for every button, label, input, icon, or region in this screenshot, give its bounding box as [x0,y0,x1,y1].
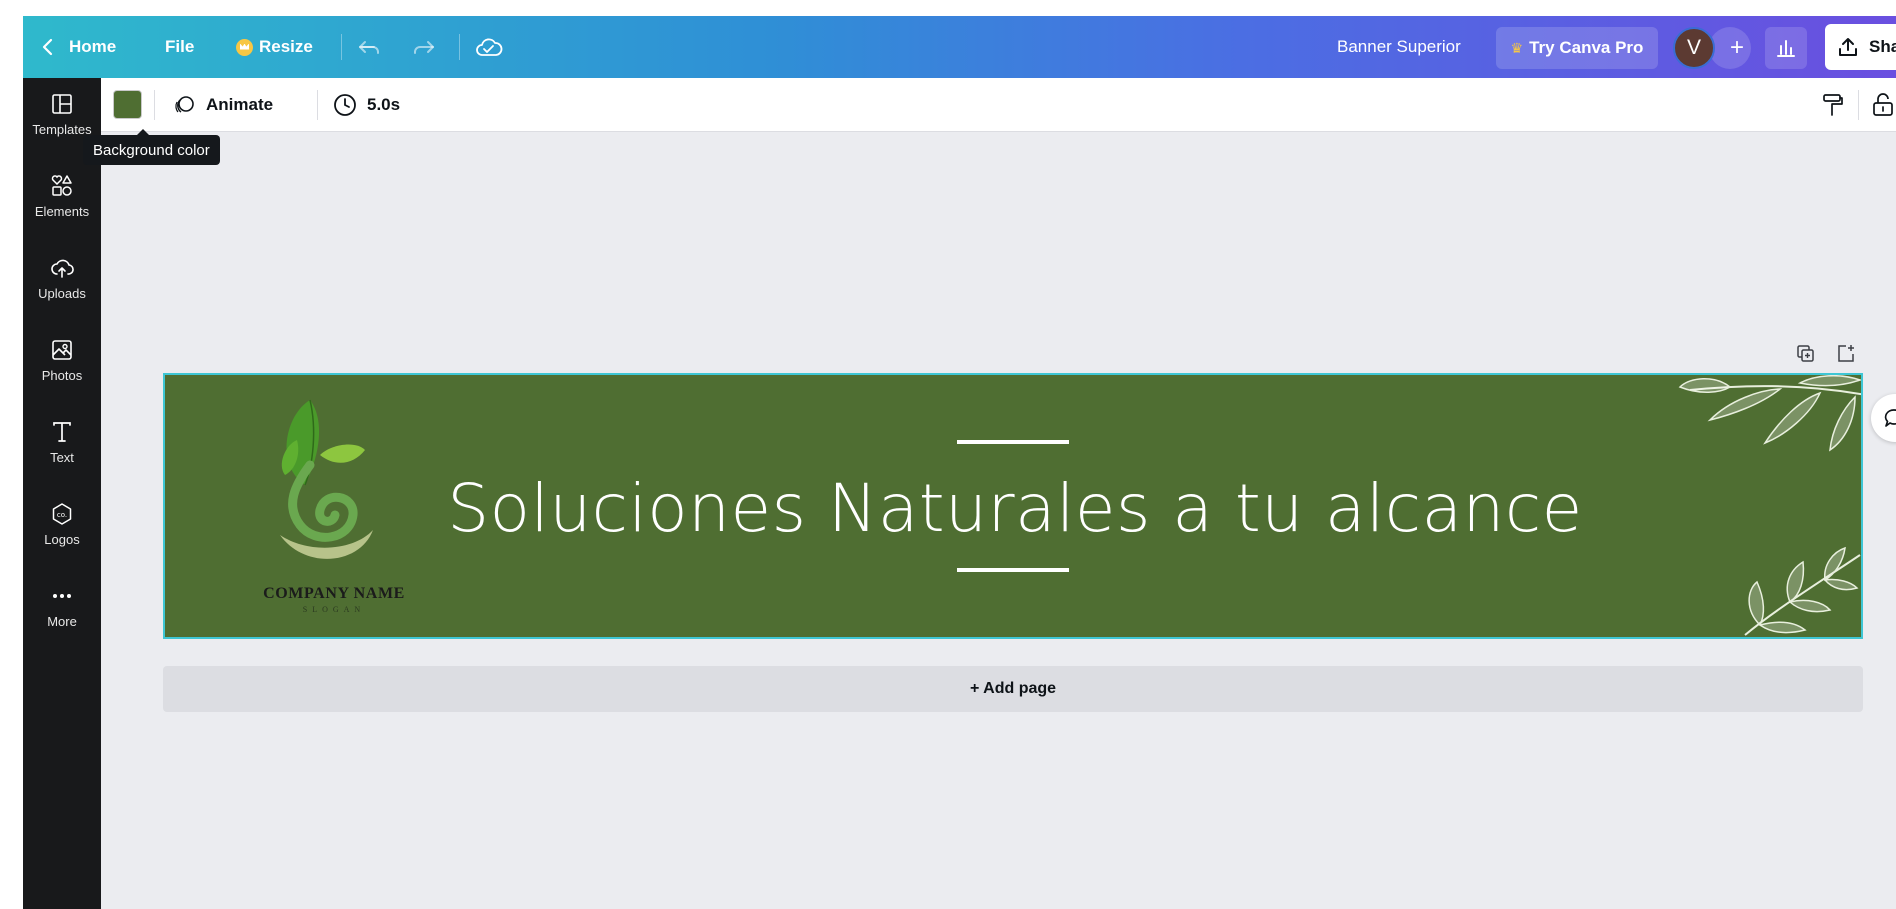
try-canva-pro-button[interactable]: ♛ Try Canva Pro [1496,27,1658,69]
duplicate-page-button[interactable] [1793,341,1819,367]
text-icon [53,422,71,442]
svg-text:co.: co. [57,511,67,519]
sidebar-item-label: Templates [32,122,92,137]
add-page-icon [1838,345,1854,362]
redo-icon [414,41,434,54]
logo-slogan: SLOGAN [302,605,366,614]
divider [154,90,155,120]
sidebar-item-label: Photos [41,368,83,383]
add-collaborator-button[interactable]: + [1709,27,1751,69]
save-status-button[interactable] [475,16,503,78]
redo-button[interactable] [410,16,436,78]
undo-button[interactable] [357,16,383,78]
file-menu-button[interactable]: File [165,16,194,78]
home-label: Home [69,37,117,56]
share-button[interactable]: Share [1825,24,1896,70]
duplicate-icon [1797,345,1814,362]
more-icon [53,594,71,598]
photos-icon [52,340,72,360]
avatar[interactable]: V [1673,27,1715,69]
design-page-banner[interactable]: COMPANY NAME SLOGAN Soluciones Naturales… [163,373,1863,639]
resize-button[interactable]: Resize [236,16,313,78]
sidebar-item-photos[interactable]: Photos [23,324,101,404]
decorative-line-top [957,440,1069,444]
divider [1858,90,1859,120]
avatar-initial: V [1686,36,1701,59]
comment-icon [1884,409,1896,427]
lock-button[interactable] [1871,78,1895,132]
divider [317,90,318,120]
templates-icon [52,94,72,114]
duration-label: 5.0s [367,95,401,114]
comment-button[interactable] [1871,394,1896,442]
sidebar-item-label: Uploads [38,286,86,301]
animate-icon [175,96,194,113]
sidebar-item-label: More [47,614,77,629]
tooltip-text: Background color [93,141,210,159]
context-toolbar: Animate 5.0s [101,78,1896,132]
logo-company-name: COMPANY NAME [263,585,405,602]
leaf-branch-top-icon [1678,375,1861,452]
cloud-check-icon [476,38,503,56]
background-color-swatch[interactable] [113,90,142,119]
logos-icon: co. [52,503,72,525]
paint-roller-icon [1823,94,1843,116]
design-title[interactable]: Banner Superior [1337,16,1461,78]
crown-icon: ♛ [1510,39,1524,56]
background-color-tooltip: Background color [83,129,220,165]
decorative-line-bottom [957,568,1069,572]
undo-icon [359,41,379,54]
add-page-button[interactable]: + Add page [163,666,1863,712]
sidebar-item-label: Elements [34,204,90,219]
elements-icon [51,175,72,196]
copy-style-button[interactable] [1821,78,1845,132]
divider [459,34,460,60]
home-button[interactable]: Home [41,16,116,78]
duration-button[interactable]: 5.0s [333,78,400,132]
sidebar-item-uploads[interactable]: Uploads [23,242,101,322]
bar-chart-icon [1777,40,1795,57]
upload-icon [1839,38,1857,56]
insights-button[interactable] [1765,27,1807,69]
crown-icon [236,38,253,56]
animate-button[interactable]: Animate [172,78,273,132]
resize-label: Resize [259,37,313,56]
add-page-icon-button[interactable] [1833,341,1859,367]
plus-icon: + [1729,34,1744,61]
left-sidebar: Templates Elements Uploads Photos Text c… [23,78,101,909]
add-page-label: + Add page [969,680,1057,697]
top-bar: Home File Resize Banner Superior ♛ Try C… [23,16,1896,78]
design-title-text: Banner Superior [1337,37,1461,56]
try-pro-label: Try Canva Pro [1529,38,1644,57]
animate-label: Animate [206,95,274,114]
sidebar-item-elements[interactable]: Elements [23,160,101,240]
sidebar-item-text[interactable]: Text [23,406,101,486]
sidebar-item-logos[interactable]: co. Logos [23,488,101,568]
sidebar-item-more[interactable]: More [23,570,101,650]
sidebar-item-label: Logos [44,532,80,547]
clock-icon [334,94,356,116]
leaf-branch-bottom-icon [1744,546,1861,636]
editor-window: Home File Resize Banner Superior ♛ Try C… [23,16,1896,909]
file-label: File [165,37,195,56]
banner-headline[interactable]: Soluciones Naturales a tu alcance [165,470,1861,547]
uploads-icon [51,259,74,278]
sidebar-item-label: Text [50,450,74,465]
chevron-left-icon [42,38,53,56]
share-label: Share [1869,37,1896,56]
unlock-icon [1873,93,1893,116]
divider [341,34,342,60]
